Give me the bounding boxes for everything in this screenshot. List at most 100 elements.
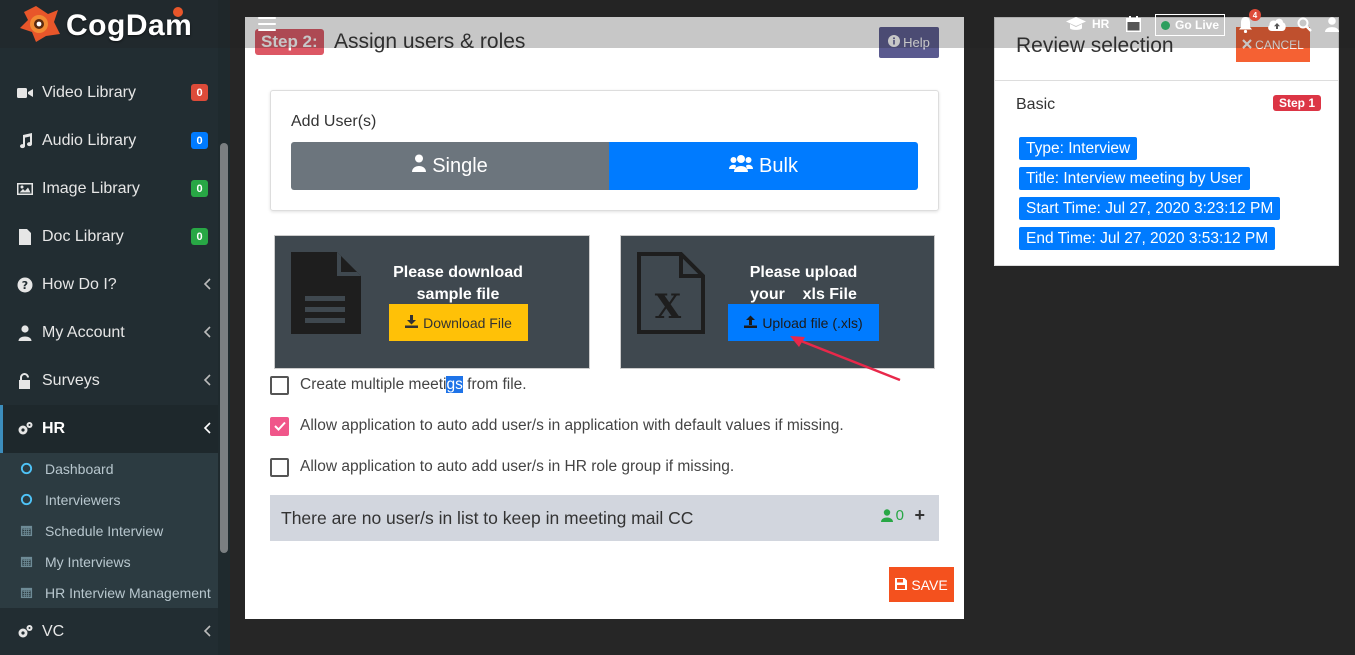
checkbox[interactable] [270, 457, 289, 477]
go-live-label: Go Live [1174, 18, 1219, 32]
notification-count-badge: 4 [1249, 9, 1261, 21]
logo-mark-icon [20, 6, 60, 42]
bulk-label: Bulk [759, 154, 798, 177]
sidebar-item-image-library[interactable]: Image Library 0 [0, 165, 218, 213]
logo-accent-icon [173, 7, 183, 17]
sidebar-item-video-library[interactable]: Video Library 0 [0, 69, 218, 117]
submenu-item-label: My Interviews [45, 553, 131, 570]
chevron-left-icon [202, 419, 212, 437]
check-icon [273, 421, 286, 431]
sidebar-item-doc-library[interactable]: Doc Library 0 [0, 213, 218, 261]
sidebar-item-vc[interactable]: VC [0, 608, 218, 655]
calendar-icon [1126, 16, 1141, 32]
excel-file-icon: X [637, 252, 705, 339]
cc-count-value: 0 [895, 507, 904, 524]
review-pill-start-time: Start Time: Jul 27, 2020 3:23:12 PM [1019, 197, 1281, 220]
calendar-icon [19, 524, 33, 538]
review-selection-panel: Review selection CANCEL Basic Step 1 Typ… [994, 17, 1339, 266]
submenu-item-label: Schedule Interview [45, 522, 164, 539]
save-icon [895, 577, 908, 593]
music-note-icon [17, 133, 33, 149]
download-file-label: Download File [423, 314, 512, 331]
cc-user-count: 0 [880, 507, 904, 524]
graduation-cap-icon [1066, 17, 1086, 30]
sidebar-item-how-do-i[interactable]: ? How Do I? [0, 261, 218, 309]
search-button[interactable] [1297, 15, 1312, 33]
upload-card-line1: Please upload [749, 264, 858, 281]
single-label: Single [432, 154, 488, 177]
submenu-item-interviewers[interactable]: Interviewers [0, 484, 218, 515]
option-label: Allow application to auto add user/s in … [300, 417, 844, 434]
option-label: Create multiple meetigs from file. [300, 376, 527, 394]
option-label: Allow application to auto add user/s in … [300, 458, 735, 475]
count-badge: 0 [191, 228, 208, 245]
count-badge: 0 [191, 84, 208, 101]
checkbox[interactable] [270, 375, 289, 395]
sidebar-item-audio-library[interactable]: Audio Library 0 [0, 117, 218, 165]
review-pill-end-time: End Time: Jul 27, 2020 3:53:12 PM [1019, 227, 1276, 250]
assign-users-panel: Step 2: Assign users & roles Help Add Us… [245, 17, 964, 619]
add-cc-user-button[interactable]: + [914, 505, 925, 526]
add-user-label: Add User(s) [291, 113, 377, 130]
option-auto-add-users-hr-role[interactable]: Allow application to auto add user/s in … [270, 457, 734, 477]
svg-text:?: ? [22, 279, 28, 292]
checkbox-checked[interactable] [270, 416, 289, 436]
single-user-button[interactable]: Single [291, 142, 609, 190]
bulk-users-button[interactable]: Bulk [609, 142, 918, 190]
unlock-icon [17, 373, 33, 389]
cogdam-logo: CogDam [18, 4, 218, 46]
question-circle-icon: ? [17, 277, 33, 293]
sidebar-item-hr[interactable]: HR [0, 405, 218, 453]
selected-text: gs [446, 376, 463, 393]
download-card-title: Please download sample file [379, 262, 537, 306]
download-card-line1: Please download [393, 264, 523, 281]
calendar-icon [19, 555, 33, 569]
review-pill-title: Title: Interview meeting by User [1019, 167, 1250, 190]
upload-card-line2: your xls File [750, 286, 857, 303]
go-live-button[interactable]: Go Live [1155, 14, 1225, 36]
sidebar-item-label: Image Library [42, 180, 140, 197]
svg-text:X: X [655, 287, 682, 327]
sidebar-item-label: Doc Library [42, 228, 124, 245]
submenu-item-hr-interview-management[interactable]: HR Interview Management [0, 577, 218, 608]
document-icon [17, 229, 33, 245]
submenu-item-dashboard[interactable]: Dashboard [0, 453, 218, 484]
submenu-item-schedule-interview[interactable]: Schedule Interview [0, 515, 218, 546]
review-pill-type: Type: Interview [1019, 137, 1138, 160]
chevron-left-icon [202, 371, 212, 389]
sidebar-item-label: My Account [42, 324, 125, 341]
submenu-item-label: Dashboard [45, 460, 114, 477]
sidebar-item-surveys[interactable]: Surveys [0, 357, 218, 405]
upload-cloud-button[interactable] [1267, 15, 1287, 33]
sidebar-item-label: How Do I? [42, 276, 117, 293]
chevron-left-icon [202, 275, 212, 293]
calendar-icon [19, 586, 33, 600]
role-switcher[interactable]: HR [1066, 15, 1109, 33]
live-status-dot [1160, 20, 1170, 30]
sidebar-item-my-account[interactable]: My Account [0, 309, 218, 357]
divider [995, 80, 1338, 81]
step-badge: Step 1 [1273, 95, 1322, 111]
submenu-item-my-interviews[interactable]: My Interviews [0, 546, 218, 577]
video-camera-icon [17, 85, 33, 101]
image-icon [17, 181, 33, 197]
sidebar-item-label: Video Library [42, 84, 136, 101]
download-file-button[interactable]: Download File [389, 304, 528, 341]
download-icon [405, 314, 419, 331]
sidebar-scrollbar-thumb[interactable] [220, 143, 228, 553]
save-button[interactable]: SAVE [889, 567, 954, 602]
mail-cc-text: There are no user/s in list to keep in m… [281, 508, 694, 528]
download-sample-card: Please download sample file Download Fil… [274, 235, 590, 369]
user-icon [412, 154, 427, 178]
add-user-box: Add User(s) Single Bulk [270, 90, 939, 211]
submenu-item-label: Interviewers [45, 491, 121, 508]
option-auto-add-users-default[interactable]: Allow application to auto add user/s in … [270, 416, 844, 436]
calendar-button[interactable] [1126, 15, 1141, 33]
submenu-item-label: HR Interview Management [45, 584, 211, 601]
hamburger-menu-icon[interactable] [258, 17, 276, 31]
option-create-multiple-meetings[interactable]: Create multiple meetigs from file. [270, 375, 527, 395]
upload-icon [744, 315, 758, 331]
user-menu-button[interactable] [1325, 15, 1339, 33]
users-icon [729, 154, 754, 178]
annotation-arrow [790, 336, 901, 382]
